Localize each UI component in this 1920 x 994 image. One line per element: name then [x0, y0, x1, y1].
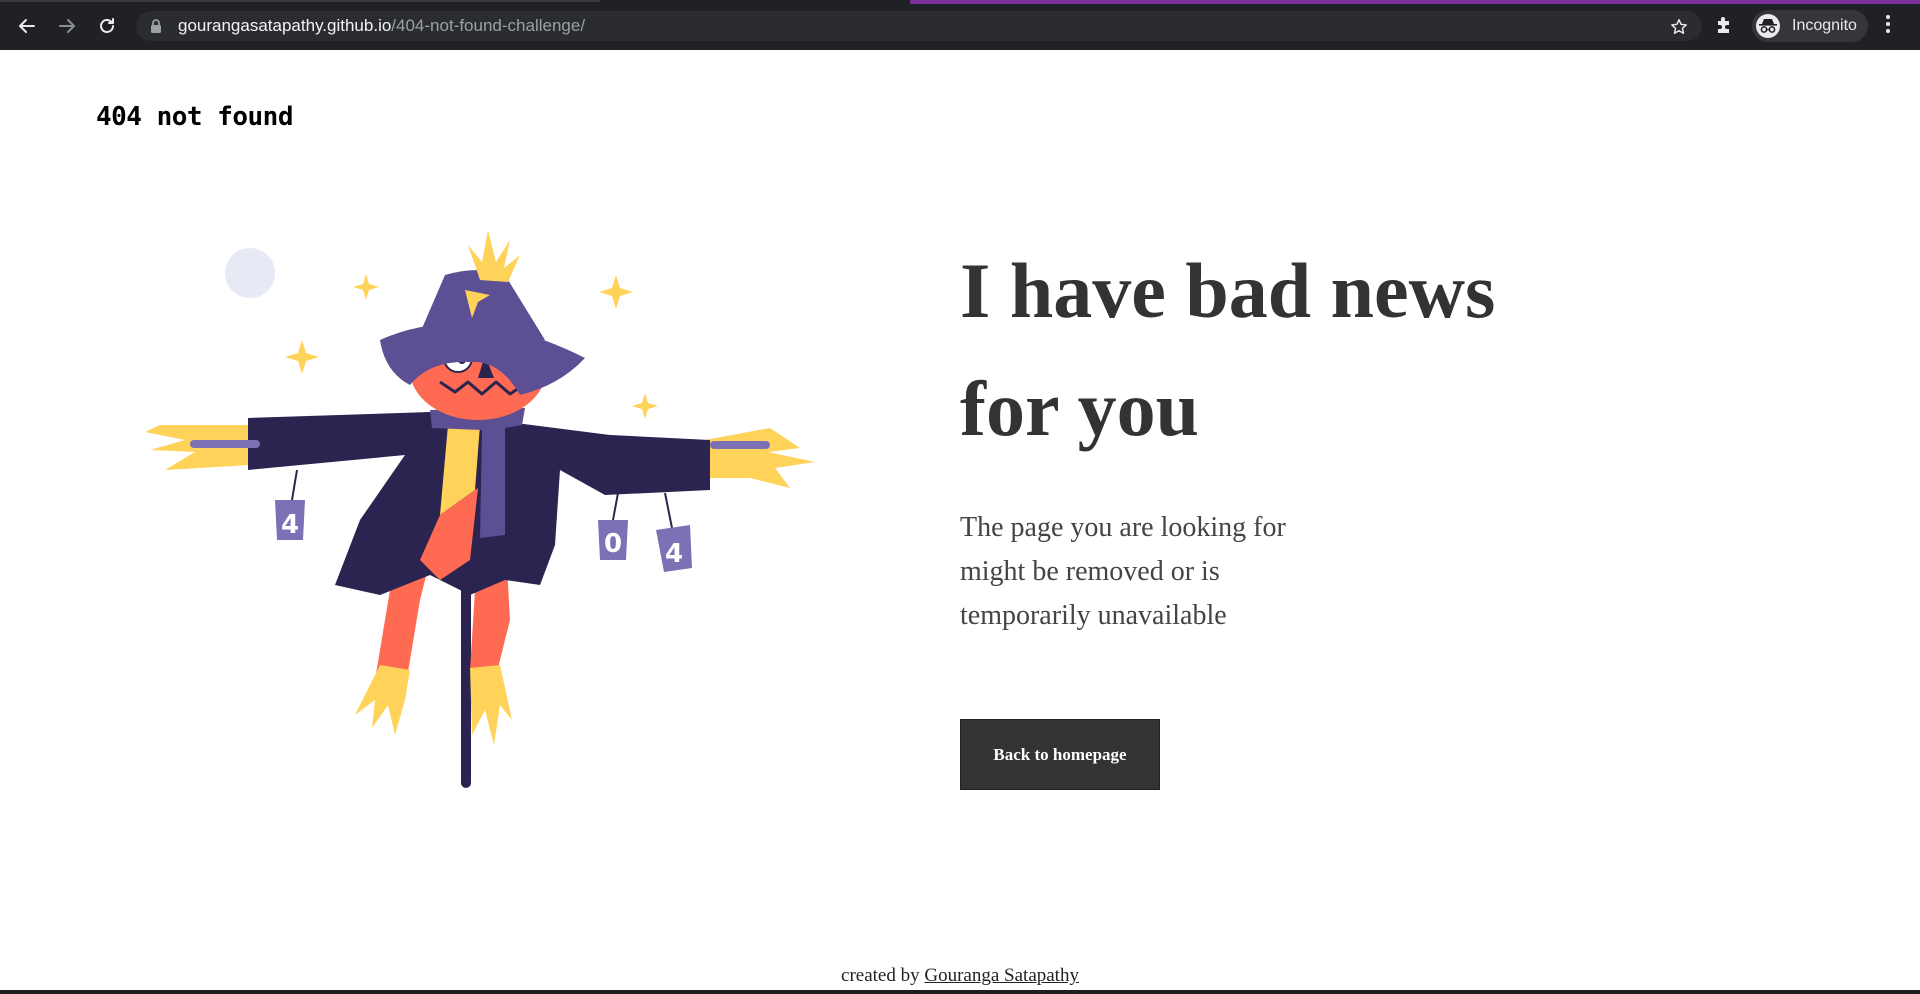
can-digit-3: 4 [665, 539, 683, 569]
incognito-avatar [1756, 14, 1780, 38]
tab-strip-accent [0, 0, 600, 2]
forward-button[interactable] [52, 11, 82, 41]
scarecrow-coat-arms [248, 412, 710, 595]
incognito-label: Incognito [1792, 17, 1857, 34]
url-host: gourangasatapathy.github.io [178, 16, 392, 35]
incognito-icon [1759, 19, 1777, 33]
reload-button[interactable] [92, 11, 122, 41]
right-arm-stick [710, 441, 770, 449]
page-description: The page you are looking for might be re… [960, 512, 1286, 631]
right-straw-hand [705, 428, 815, 488]
bottom-edge-bar [0, 990, 1920, 994]
forward-icon [59, 19, 75, 33]
menu-icon[interactable] [1884, 13, 1892, 35]
extensions-icon[interactable] [1714, 13, 1736, 35]
site-logo-text: 404 not found [96, 102, 294, 132]
browser-toolbar: gourangasatapathy.github.io/404-not-foun… [0, 0, 1920, 50]
page-footer: created by Gouranga Satapathy [0, 965, 1920, 987]
footer-prefix: created by [841, 965, 920, 986]
back-to-homepage-button[interactable]: Back to homepage [960, 719, 1160, 790]
can-digit-1: 4 [281, 510, 299, 540]
moon-shape [225, 248, 275, 298]
url-text[interactable]: gourangasatapathy.github.io/404-not-foun… [178, 17, 585, 35]
right-foot-straw [470, 665, 512, 745]
reload-icon [100, 18, 114, 33]
back-button[interactable] [12, 11, 42, 41]
hat-crown [420, 270, 545, 340]
scarecrow-illustration: 4 0 4 [145, 230, 815, 788]
page-headline: I have bad news for you [960, 247, 1496, 452]
left-arm-stick [190, 440, 260, 448]
left-foot-straw [355, 665, 410, 735]
incognito-profile-button[interactable]: Incognito [1752, 10, 1868, 42]
author-link[interactable]: Gouranga Satapathy [924, 965, 1079, 986]
can-digit-2: 0 [604, 529, 622, 559]
tab-strip-accent-purple [910, 0, 1920, 4]
back-icon [19, 19, 35, 33]
lock-icon[interactable] [150, 19, 162, 33]
star-icon[interactable] [1670, 18, 1688, 36]
url-path: /404-not-found-challenge/ [391, 16, 586, 35]
address-bar[interactable]: gourangasatapathy.github.io/404-not-foun… [136, 11, 1702, 41]
